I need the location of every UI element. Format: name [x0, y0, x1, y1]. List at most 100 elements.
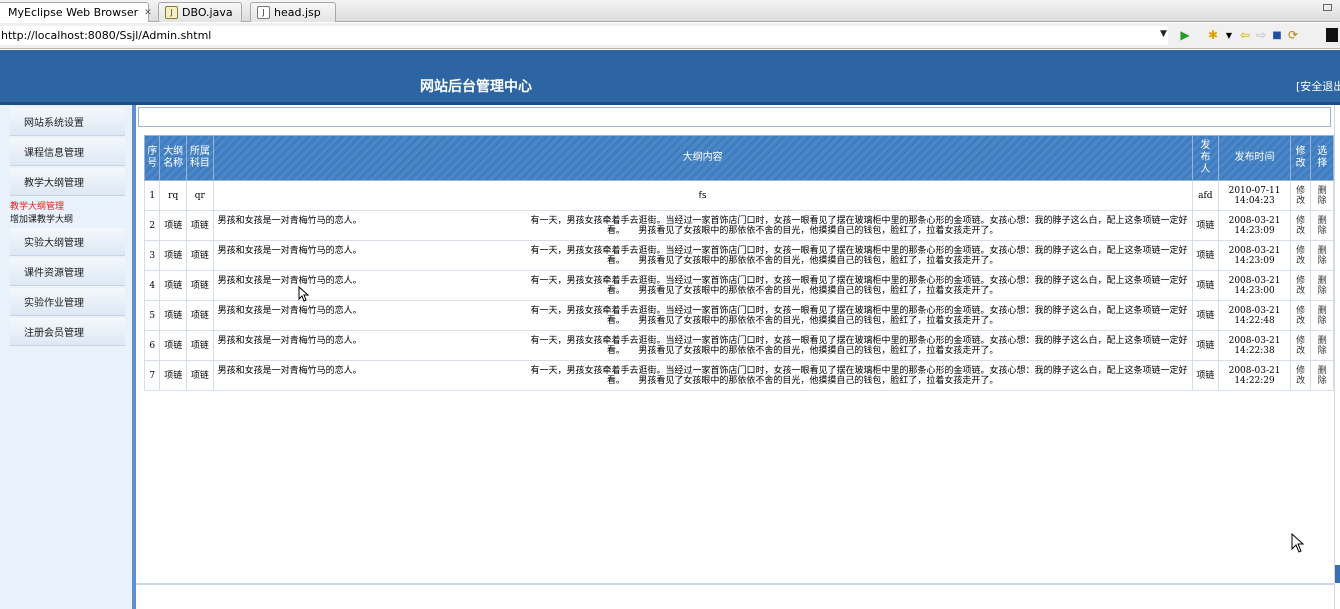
delete-link[interactable]: 删除 — [1310, 300, 1334, 331]
cell-time: 2008-03-21 14:22:48 — [1218, 300, 1291, 331]
cell-name: 项链 — [159, 210, 188, 241]
cell-content: fs — [212, 180, 1193, 211]
table-row: 3 项链 项链 男孩和女孩是一对青梅竹马的恋人。 有一天，男孩女孩牵着手去逛街。当经过一… — [143, 240, 1334, 271]
edit-link[interactable]: 修改 — [1289, 300, 1312, 331]
content-title: 男孩和女孩是一对青梅竹马的恋人。 — [217, 245, 362, 256]
content-text: 有一天，男孩女孩牵着手去逛街。当经过一家首饰店门口时，女孩一眼看见了摆在玻璃柜中… — [530, 365, 1188, 376]
content-text-cont: 看。 男孩看见了女孩眼中的那依依不舍的目光，他摸摸自己的钱包，脸红了，拉着女孩走… — [606, 375, 999, 386]
sidebar-item-syllabus[interactable]: 教学大纲管理 — [10, 168, 125, 196]
content-text: 有一天，男孩女孩牵着手去逛街。当经过一家首饰店门口时，女孩一眼看见了摆在玻璃柜中… — [530, 305, 1188, 316]
url-dropdown-icon[interactable]: ▼ — [1160, 29, 1167, 39]
cell-time: 2008-03-21 14:23:09 — [1218, 240, 1291, 271]
delete-link[interactable]: 删除 — [1310, 240, 1334, 271]
delete-link[interactable]: 删除 — [1310, 360, 1334, 391]
sidebar-item-courseware[interactable]: 课件资源管理 — [10, 258, 125, 286]
col-header-no: 序号 — [143, 135, 161, 181]
edit-link[interactable]: 修改 — [1289, 240, 1312, 271]
cell-no: 6 — [143, 330, 161, 361]
cell-subject: 项链 — [186, 330, 214, 361]
page-title: 网站后台管理中心 — [420, 79, 532, 95]
logout-link[interactable]: [安全退出 — [1296, 78, 1340, 94]
sidebar-item-lab-syllabus[interactable]: 实验大纲管理 — [10, 228, 125, 256]
cell-name: rq — [159, 180, 188, 211]
cell-publisher: 项链 — [1191, 330, 1220, 361]
sidebar-item-lab-homework[interactable]: 实验作业管理 — [10, 288, 125, 316]
favorite-dropdown-icon[interactable]: ▼ — [1222, 28, 1236, 42]
cell-publisher: 项链 — [1191, 270, 1220, 301]
back-icon[interactable]: ⇦ — [1238, 28, 1252, 42]
cell-name: 项链 — [159, 360, 188, 391]
table-row: 7 项链 项链 男孩和女孩是一对青梅竹马的恋人。 有一天，男孩女孩牵着手去逛街。当经过一… — [143, 360, 1334, 391]
console-icon[interactable] — [1326, 28, 1338, 42]
cell-time: 2008-03-21 14:22:38 — [1218, 330, 1291, 361]
cell-publisher: 项链 — [1191, 210, 1220, 241]
content-title: 男孩和女孩是一对青梅竹马的恋人。 — [217, 365, 362, 376]
cell-subject: 项链 — [186, 210, 214, 241]
cell-publisher: 项链 — [1191, 240, 1220, 271]
delete-link[interactable]: 删除 — [1310, 180, 1334, 211]
cell-publisher: 项链 — [1191, 300, 1220, 331]
browser-toolbar: ▼ ▶ ✱ ▼ ⇦ ⇨ ■ ⟳ — [0, 23, 1340, 49]
favorite-icon[interactable]: ✱ — [1206, 28, 1220, 42]
edit-link[interactable]: 修改 — [1289, 180, 1312, 211]
editor-tab-strip: MyEclipse Web Browser ✕ J DBO.java J hea… — [0, 0, 1340, 22]
page-header: 网站后台管理中心 [安全退出 — [0, 50, 1340, 105]
sidebar: 网站系统设置 课程信息管理 教学大纲管理 教学大纲管理 增加课教学大纲 实验大纲… — [0, 105, 136, 609]
sidebar-item-course-info[interactable]: 课程信息管理 — [10, 138, 125, 166]
java-file-icon: J — [165, 6, 178, 19]
cell-no: 7 — [143, 360, 161, 391]
content-title: 男孩和女孩是一对青梅竹马的恋人。 — [217, 215, 362, 226]
close-icon[interactable]: ✕ — [144, 8, 152, 18]
tab-head-jsp[interactable]: J head.jsp — [250, 2, 336, 22]
mouse-cursor-icon — [298, 286, 310, 302]
tab-dbo-java[interactable]: J DBO.java — [158, 2, 242, 22]
refresh-icon[interactable]: ⟳ — [1286, 28, 1300, 42]
table-header-row: 序号 大纲 名称 所属 科目 大纲内容 发布人 发布时间 修改 选择 — [143, 135, 1334, 181]
content-text: fs — [698, 190, 707, 201]
stop-icon[interactable]: ■ — [1270, 28, 1284, 42]
cell-content: 男孩和女孩是一对青梅竹马的恋人。 有一天，男孩女孩牵着手去逛街。当经过一家首饰店门… — [212, 270, 1193, 301]
cell-name: 项链 — [159, 330, 188, 361]
tab-label: head.jsp — [274, 6, 321, 19]
cell-no: 1 — [143, 180, 161, 211]
sidebar-item-members[interactable]: 注册会员管理 — [10, 318, 125, 346]
col-header-edit: 修改 — [1289, 135, 1312, 181]
go-icon[interactable]: ▶ — [1178, 28, 1192, 42]
col-header-name: 大纲 名称 — [159, 135, 188, 181]
edit-link[interactable]: 修改 — [1289, 360, 1312, 391]
sidebar-item-site-settings[interactable]: 网站系统设置 — [10, 108, 125, 136]
minimize-icon[interactable] — [1323, 4, 1332, 11]
delete-link[interactable]: 删除 — [1310, 270, 1334, 301]
delete-link[interactable]: 删除 — [1310, 210, 1334, 241]
content-text: 有一天，男孩女孩牵着手去逛街。当经过一家首饰店门口时，女孩一眼看见了摆在玻璃柜中… — [530, 335, 1188, 346]
cell-subject: 项链 — [186, 240, 214, 271]
sidebar-subitem-add-syllabus[interactable]: 增加课教学大纲 — [10, 212, 73, 225]
delete-link[interactable]: 删除 — [1310, 330, 1334, 361]
table-row: 5 项链 项链 男孩和女孩是一对青梅竹马的恋人。 有一天，男孩女孩牵着手去逛街。当经过一… — [143, 300, 1334, 331]
scrollbar-edge[interactable] — [1334, 105, 1340, 609]
forward-icon[interactable]: ⇨ — [1254, 28, 1268, 42]
main-content: 序号 大纲 名称 所属 科目 大纲内容 发布人 发布时间 修改 选择 1 rq qr fs… — [136, 105, 1340, 609]
cell-time: 2010-07-11 14:04:23 — [1218, 180, 1291, 211]
cell-content: 男孩和女孩是一对青梅竹马的恋人。 有一天，男孩女孩牵着手去逛街。当经过一家首饰店门… — [212, 360, 1193, 391]
content-text-cont: 看。 男孩看见了女孩眼中的那依依不舍的目光，他摸摸自己的钱包，脸红了，拉着女孩走… — [606, 255, 999, 266]
edit-link[interactable]: 修改 — [1289, 330, 1312, 361]
cell-content: 男孩和女孩是一对青梅竹马的恋人。 有一天，男孩女孩牵着手去逛街。当经过一家首饰店门… — [212, 210, 1193, 241]
edit-link[interactable]: 修改 — [1289, 270, 1312, 301]
cell-no: 3 — [143, 240, 161, 271]
content-text-cont: 看。 男孩看见了女孩眼中的那依依不舍的目光，他摸摸自己的钱包，脸红了，拉着女孩走… — [606, 285, 999, 296]
content-text: 有一天，男孩女孩牵着手去逛街。当经过一家首饰店门口时，女孩一眼看见了摆在玻璃柜中… — [530, 275, 1188, 286]
tab-myeclipse-browser[interactable]: MyEclipse Web Browser ✕ — [0, 2, 152, 22]
col-header-subject: 所属 科目 — [186, 135, 214, 181]
bottom-divider — [136, 583, 1340, 585]
cell-time: 2008-03-21 14:22:29 — [1218, 360, 1291, 391]
edit-link[interactable]: 修改 — [1289, 210, 1312, 241]
cell-no: 5 — [143, 300, 161, 331]
sidebar-subitem-syllabus-manage[interactable]: 教学大纲管理 — [10, 199, 64, 212]
syllabus-table: 序号 大纲 名称 所属 科目 大纲内容 发布人 发布时间 修改 选择 1 rq qr fs… — [143, 135, 1334, 391]
scrollbar-thumb[interactable] — [1335, 565, 1340, 583]
url-input[interactable] — [0, 26, 1168, 45]
content-title: 男孩和女孩是一对青梅竹马的恋人。 — [217, 275, 362, 286]
table-row: 2 项链 项链 男孩和女孩是一对青梅竹马的恋人。 有一天，男孩女孩牵着手去逛街。当经过一… — [143, 210, 1334, 241]
cell-subject: 项链 — [186, 300, 214, 331]
